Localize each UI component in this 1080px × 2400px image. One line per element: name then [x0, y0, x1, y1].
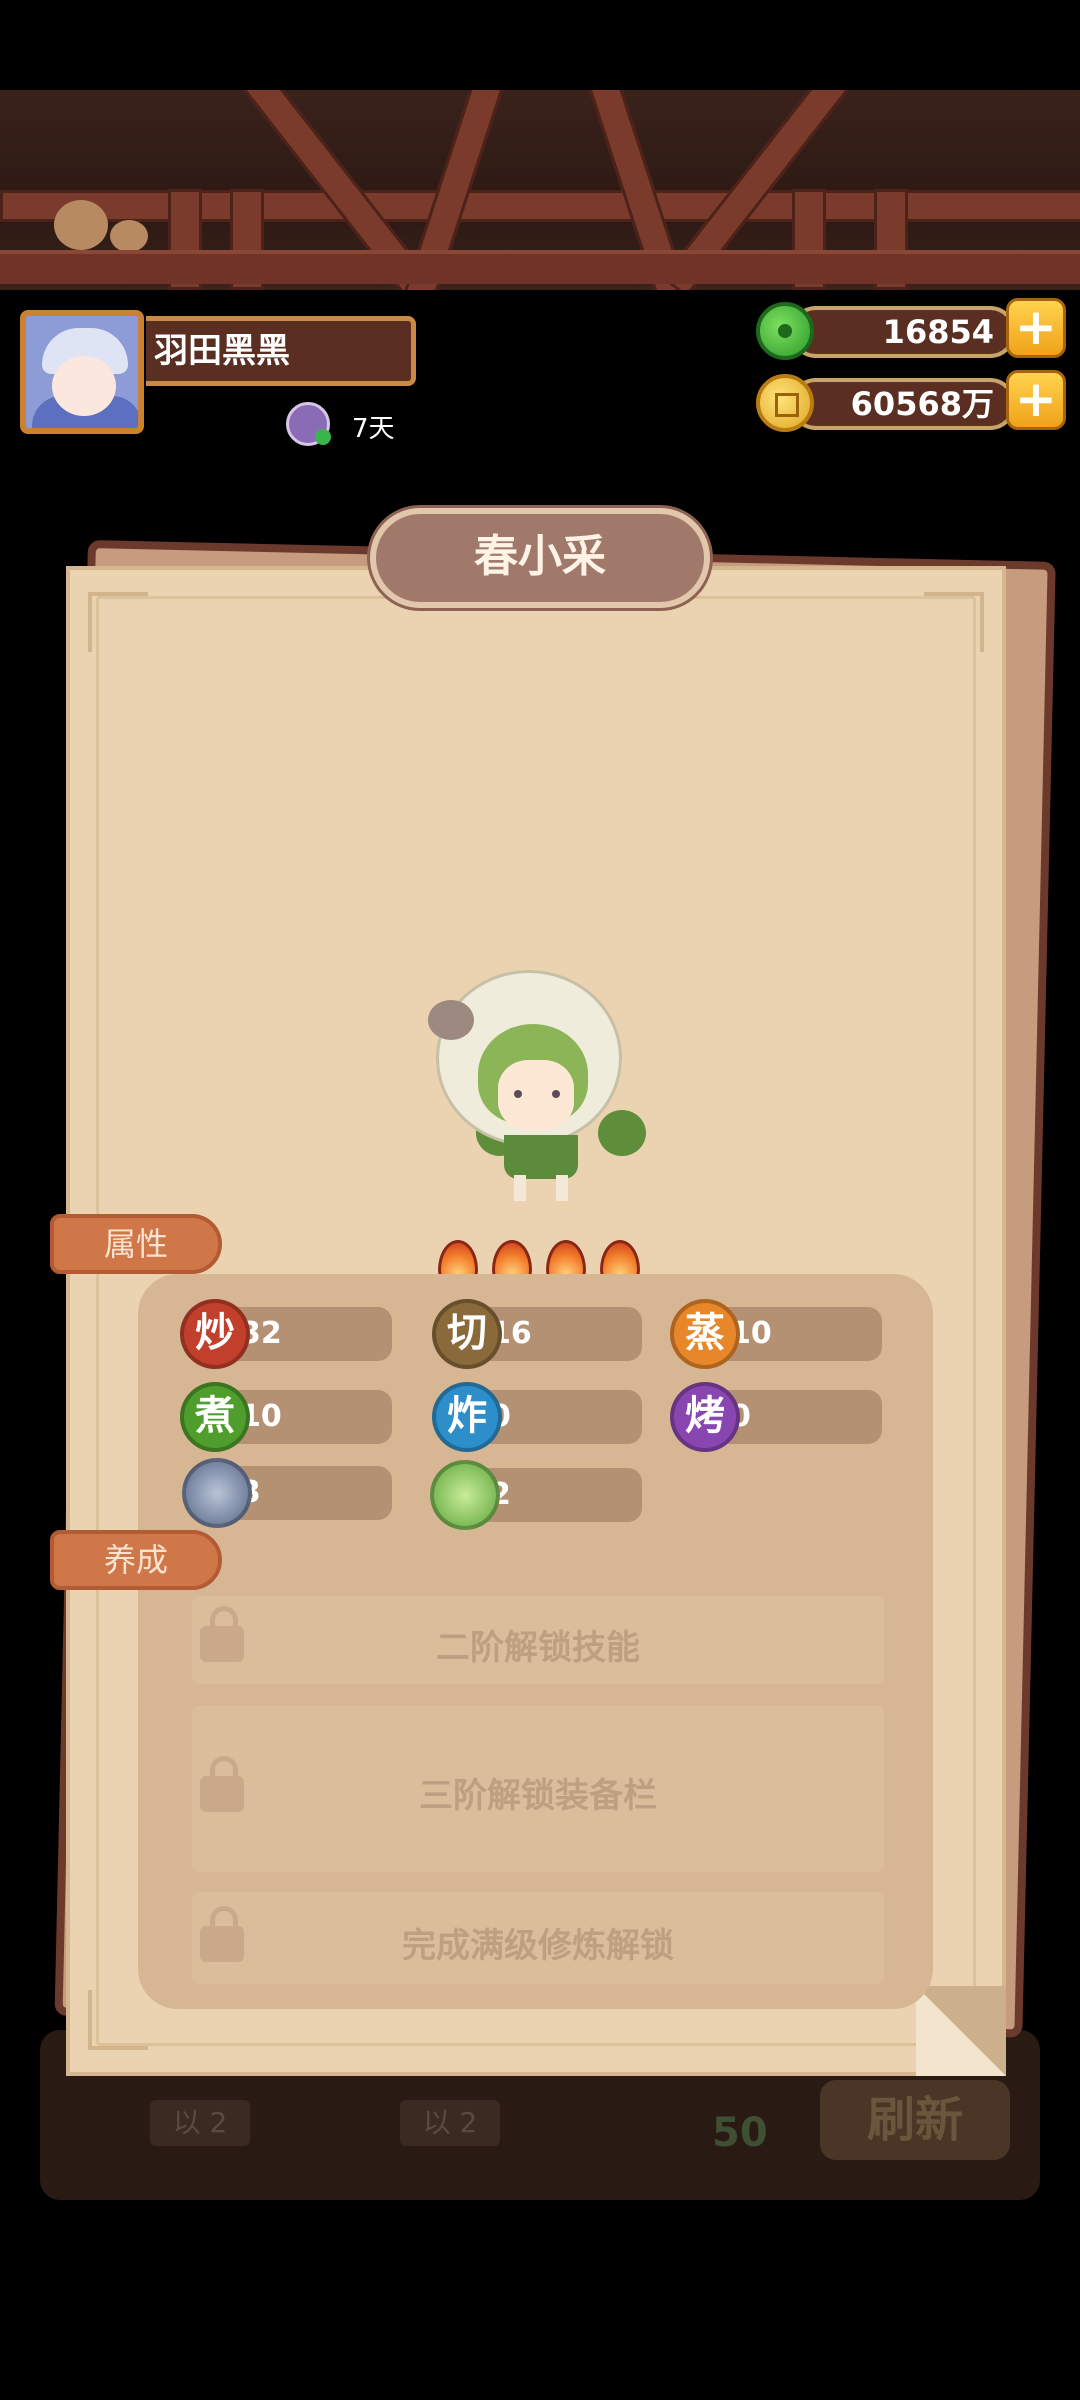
roof-ledge [0, 250, 1080, 284]
background-chip: 以 2 [400, 2100, 500, 2146]
background-refresh-button: 刷新 [820, 2080, 1010, 2160]
roof-beam [0, 190, 1080, 222]
stat-boil-badge: 煮 [180, 1382, 250, 1452]
tab-training[interactable]: 养成 [50, 1530, 222, 1590]
stat-stirfry-badge: 炒 [180, 1299, 250, 1369]
stat-roast-badge: 烤 [670, 1382, 740, 1452]
corner-ornament [88, 592, 148, 652]
bird-icon [54, 200, 108, 250]
stat-fry-badge: 炸 [432, 1382, 502, 1452]
cabbage-icon [430, 1460, 500, 1530]
page-fold [916, 1986, 1006, 2076]
coin-amount: 60568万 [790, 378, 1016, 430]
locked-skill-row[interactable]: 二阶解锁技能 [192, 1596, 884, 1684]
character-portrait [410, 960, 650, 1210]
locked-equipment-text: 三阶解锁装备栏 [419, 1776, 657, 1816]
tab-attributes[interactable]: 属性 [50, 1214, 222, 1274]
add-coins-button[interactable]: + [1006, 370, 1066, 430]
bird-icon [110, 220, 148, 252]
subscription-badge-icon[interactable] [286, 402, 331, 446]
fish-icon [182, 1458, 252, 1528]
locked-equipment-row[interactable]: 三阶解锁装备栏 [192, 1706, 884, 1872]
coin-icon [756, 374, 814, 432]
locked-training-text: 完成满级修炼解锁 [402, 1926, 674, 1966]
add-jade-button[interactable]: + [1006, 298, 1066, 358]
stat-steam-badge: 蒸 [670, 1299, 740, 1369]
jade-icon [756, 302, 814, 360]
background-cost: 50 [712, 2110, 768, 2156]
jade-amount: 16854 [790, 306, 1016, 358]
background-chip: 以 2 [150, 2100, 250, 2146]
player-name: 羽田黑黑 [146, 316, 416, 386]
corner-ornament [88, 1990, 148, 2050]
stat-cut-badge: 切 [432, 1299, 502, 1369]
subscription-days: 7天 [352, 414, 395, 444]
locked-skill-text: 二阶解锁技能 [436, 1628, 640, 1668]
corner-ornament [924, 592, 984, 652]
player-avatar[interactable] [20, 310, 144, 434]
character-name-title: 春小采 [370, 508, 710, 608]
locked-training-row[interactable]: 完成满级修炼解锁 [192, 1892, 884, 1984]
